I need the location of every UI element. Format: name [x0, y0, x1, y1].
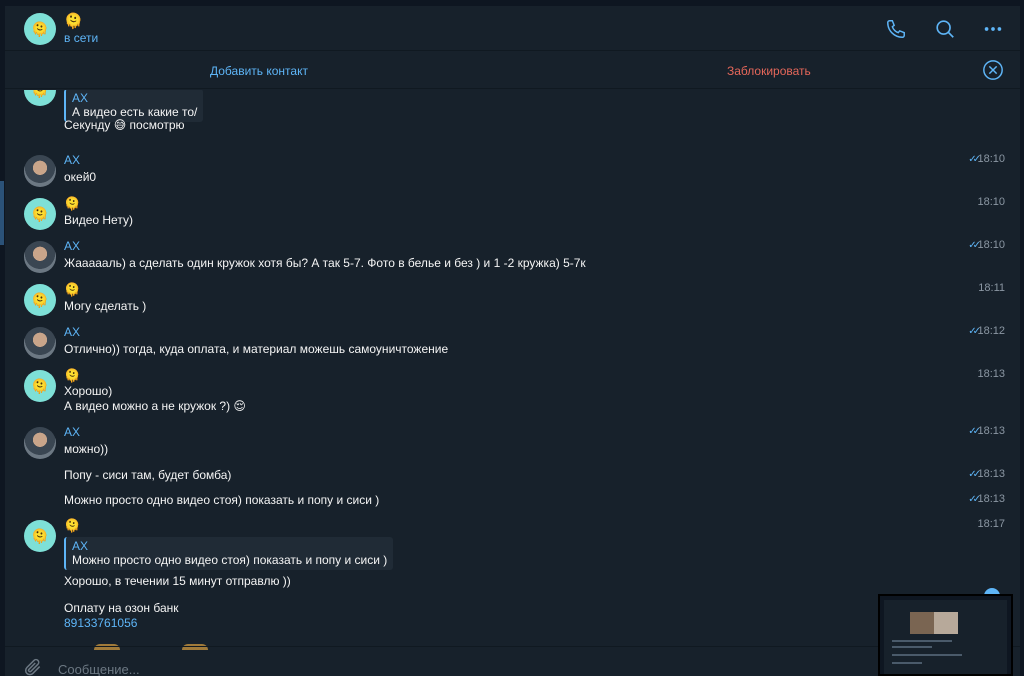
message-list[interactable]: 🫠 AX А видео есть какие то/ Секунду 😅 по… [5, 90, 1020, 646]
message-time: 18:12 [977, 325, 1005, 337]
read-check-icon: ✓✓ [968, 326, 981, 337]
avatar-emoji: 🫠 [31, 90, 48, 99]
sender-name[interactable]: AX [64, 425, 80, 439]
paperclip-icon[interactable] [23, 657, 43, 676]
sender-avatar[interactable] [24, 241, 56, 273]
message-text-line-2: А видео можно а не кружок ?) 😌 [64, 399, 246, 413]
message-time: 18:10 [977, 153, 1005, 165]
message-time: 18:10 [977, 239, 1005, 251]
message-text: окей0 [64, 170, 97, 184]
sender-avatar[interactable]: 🫠 [24, 198, 56, 230]
message-time: 18:10 [977, 196, 1005, 208]
message-composer [5, 646, 1020, 676]
sender-avatar[interactable]: 🫠 [24, 284, 56, 316]
read-check-icon: ✓✓ [968, 426, 981, 437]
read-check-icon: ✓✓ [968, 494, 981, 505]
read-check-icon: ✓✓ [968, 154, 981, 165]
sender-name[interactable]: AX [64, 153, 80, 167]
preview-line [892, 662, 922, 664]
message-time: 18:13 [977, 368, 1005, 380]
search-icon[interactable] [933, 17, 957, 41]
sender-name[interactable]: 🫠 [64, 196, 80, 212]
preview-photo [934, 612, 958, 634]
sender-avatar[interactable] [24, 155, 56, 187]
sender-avatar[interactable]: 🫠 [24, 370, 56, 402]
avatar-emoji: 🫠 [31, 20, 49, 37]
more-icon[interactable] [981, 17, 1005, 41]
sender-avatar[interactable] [24, 327, 56, 359]
read-check-icon: ✓✓ [968, 469, 981, 480]
sender-name[interactable]: 🫠 [64, 518, 80, 534]
block-button[interactable]: Заблокировать [727, 64, 811, 78]
preview-line [892, 646, 932, 648]
message-text: Отлично)) тогда, куда оплата, и материал… [64, 342, 449, 356]
message[interactable]: Попу - сиси там, будет бомба) ✓✓ 18:13 [5, 468, 1020, 488]
phone-number-link[interactable]: 89133761056 [64, 616, 137, 630]
message-input[interactable] [58, 660, 658, 676]
message[interactable]: AX окей0 ✓✓ 18:10 [5, 153, 1020, 189]
contact-name[interactable]: 🫠 [64, 12, 83, 30]
message-time: 18:13 [977, 425, 1005, 437]
quote-text: Можно просто одно видео стоя) показать и… [72, 553, 388, 567]
sender-name[interactable]: 🫠 [64, 368, 80, 384]
message-text: можно)) [64, 442, 109, 456]
active-chat-marker [0, 181, 4, 245]
contact-avatar[interactable]: 🫠 [24, 13, 56, 45]
window-right-edge [1020, 6, 1024, 676]
message[interactable]: Оплату на озон банк 89133761056 [5, 601, 1020, 635]
message[interactable]: AX Отлично)) тогда, куда оплата, и матер… [5, 325, 1020, 361]
add-contact-button[interactable]: Добавить контакт [210, 64, 308, 78]
message-text: Хорошо, в течении 15 минут отправлю )) [64, 574, 291, 588]
message-time: 18:13 [977, 468, 1005, 480]
preview-line [892, 654, 962, 656]
message-time: 18:11 [978, 282, 1005, 294]
message[interactable]: 🫠 AX А видео есть какие то/ Секунду 😅 по… [5, 90, 1020, 140]
avatar-emoji: 🫠 [31, 205, 49, 222]
phone-icon[interactable] [884, 17, 908, 41]
message-time: 18:13 [977, 493, 1005, 505]
message-text: Могу сделать ) [64, 299, 147, 313]
screen-preview-thumbnail[interactable] [878, 594, 1013, 676]
contact-action-bar: Добавить контакт Заблокировать [5, 52, 1020, 89]
message[interactable]: AX Жаааааль) а сделать один кружок хотя … [5, 239, 1020, 275]
message[interactable]: 🫠 🫠 AX Можно просто одно видео стоя) пок… [5, 518, 1020, 590]
message[interactable]: Можно просто одно видео стоя) показать и… [5, 493, 1020, 513]
chat-header: 🫠 🫠 в сети [5, 6, 1020, 51]
close-icon[interactable] [982, 59, 1004, 86]
avatar-emoji: 🫠 [31, 377, 49, 394]
message-time: 18:17 [977, 518, 1005, 530]
message-text: Можно просто одно видео стоя) показать и… [64, 493, 380, 507]
message-text-line-1: Хорошо) [64, 384, 113, 398]
message[interactable]: 🫠 🫠 Видео Нету) 18:10 [5, 196, 1020, 232]
avatar-emoji: 🫠 [31, 527, 49, 544]
avatar-emoji: 🫠 [31, 291, 49, 308]
sender-avatar[interactable] [24, 427, 56, 459]
message[interactable]: 🫠 🫠 Могу сделать ) 18:11 [5, 282, 1020, 318]
message[interactable]: 🫠 🫠 Хорошо) А видео можно а не кружок ?)… [5, 368, 1020, 420]
preview-photo [910, 612, 934, 634]
message-text: Секунду 😅 посмотрю [64, 118, 185, 132]
sender-name[interactable]: AX [64, 325, 80, 339]
sender-name[interactable]: 🫠 [64, 282, 80, 298]
contact-status: в сети [64, 31, 99, 45]
sender-avatar[interactable]: 🫠 [24, 520, 56, 552]
sender-avatar[interactable]: 🫠 [24, 90, 56, 106]
message-text: Видео Нету) [64, 213, 133, 227]
preview-line [892, 640, 952, 642]
quote-sender: AX [72, 539, 89, 553]
sender-name[interactable]: AX [64, 239, 80, 253]
read-check-icon: ✓✓ [968, 240, 981, 251]
quote-sender: AX [72, 91, 89, 105]
message-text: Жаааааль) а сделать один кружок хотя бы?… [64, 256, 586, 270]
preview-content [884, 600, 1007, 674]
message[interactable]: AX можно)) ✓✓ 18:13 [5, 425, 1020, 461]
reply-quote[interactable]: AX Можно просто одно видео стоя) показат… [64, 537, 394, 570]
message-text: Оплату на озон банк [64, 601, 179, 615]
message-text: Попу - сиси там, будет бомба) [64, 468, 232, 482]
